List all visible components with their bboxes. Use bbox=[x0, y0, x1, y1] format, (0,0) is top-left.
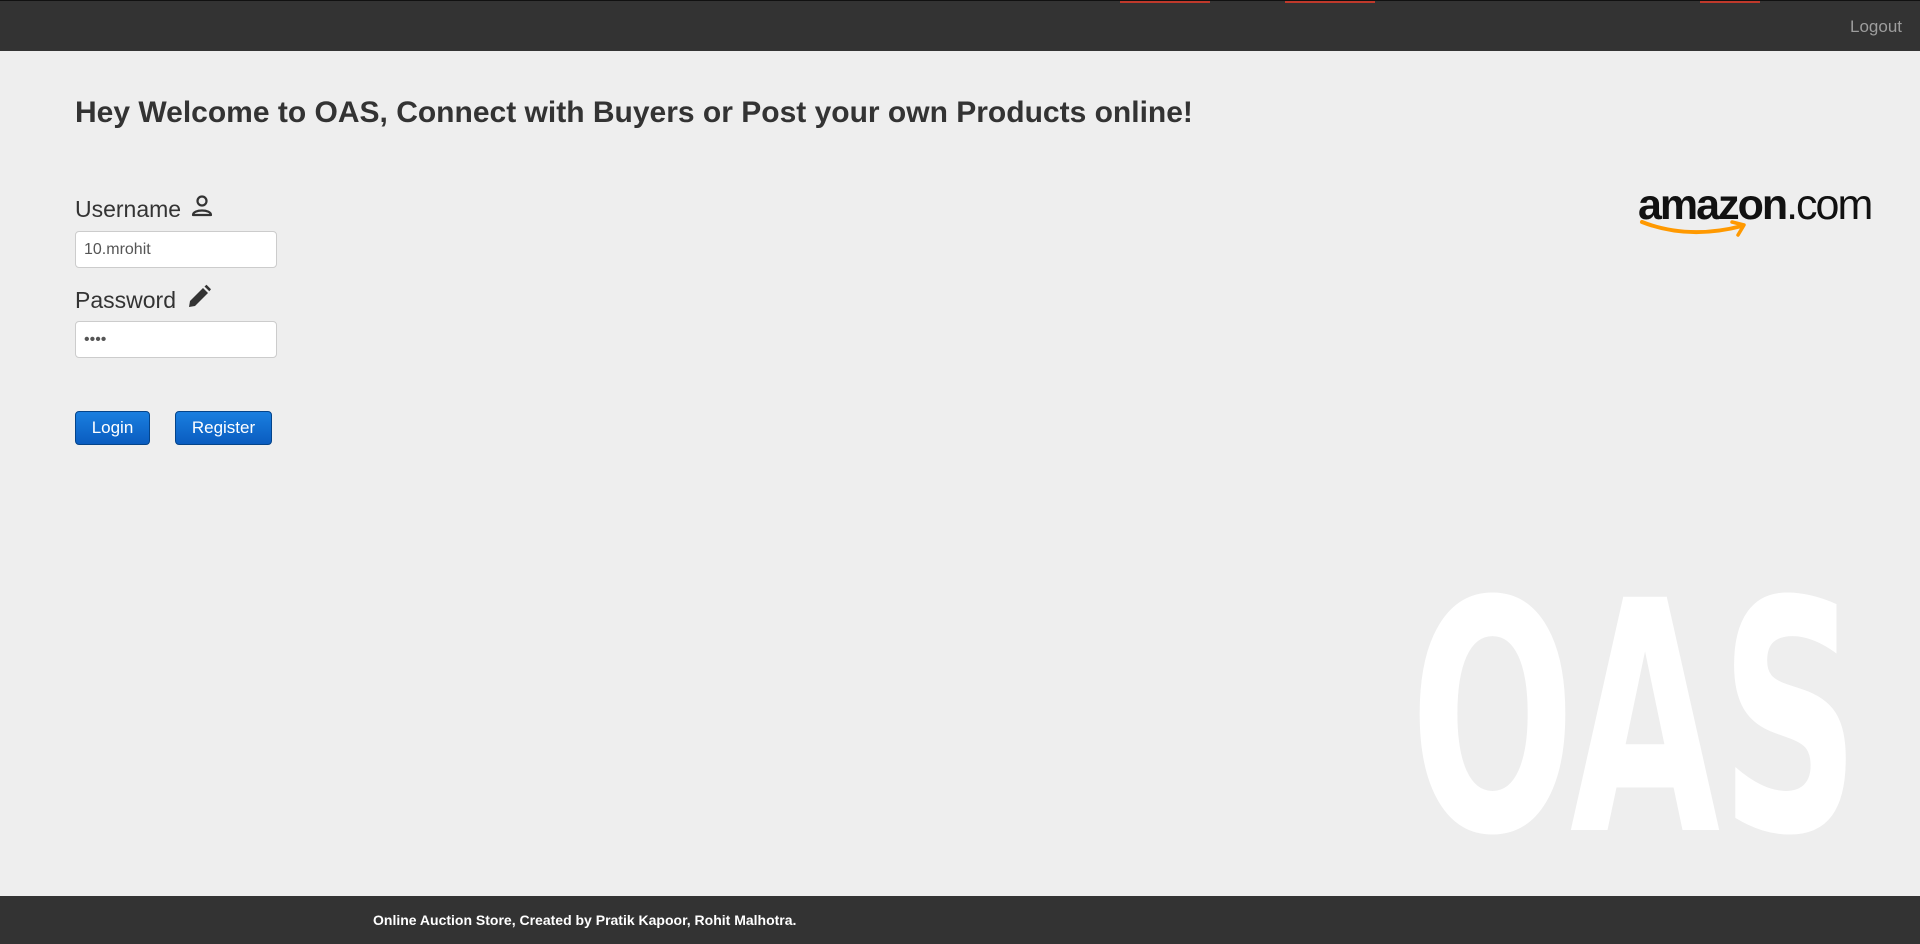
amazon-logo: amazon.com bbox=[1638, 184, 1890, 244]
username-label-text: Username bbox=[75, 195, 182, 222]
oas-watermark: OAS bbox=[1410, 534, 1860, 840]
navbar-accent-strip bbox=[1285, 1, 1375, 3]
pencil-icon bbox=[186, 284, 212, 316]
username-label: Username bbox=[75, 194, 213, 224]
footer-credits: Online Auction Store, Created by Pratik … bbox=[373, 912, 797, 928]
oas-watermark-text: OAS bbox=[1410, 534, 1860, 840]
amazon-smile-arrow-icon bbox=[1640, 220, 1746, 237]
logout-link[interactable]: Logout bbox=[1850, 17, 1902, 37]
footer: Online Auction Store, Created by Pratik … bbox=[0, 896, 1920, 944]
page-title: Hey Welcome to OAS, Connect with Buyers … bbox=[75, 96, 1193, 129]
register-button[interactable]: Register bbox=[175, 411, 272, 445]
navbar-accent-strip bbox=[1120, 1, 1210, 3]
login-button[interactable]: Login bbox=[75, 411, 150, 445]
username-input[interactable] bbox=[75, 231, 277, 268]
password-label: Password bbox=[75, 284, 212, 316]
top-navbar: Logout bbox=[0, 0, 1920, 51]
navbar-accent-strip bbox=[1700, 1, 1760, 3]
password-input[interactable] bbox=[75, 321, 277, 358]
password-label-text: Password bbox=[75, 286, 176, 313]
person-icon bbox=[191, 194, 213, 224]
